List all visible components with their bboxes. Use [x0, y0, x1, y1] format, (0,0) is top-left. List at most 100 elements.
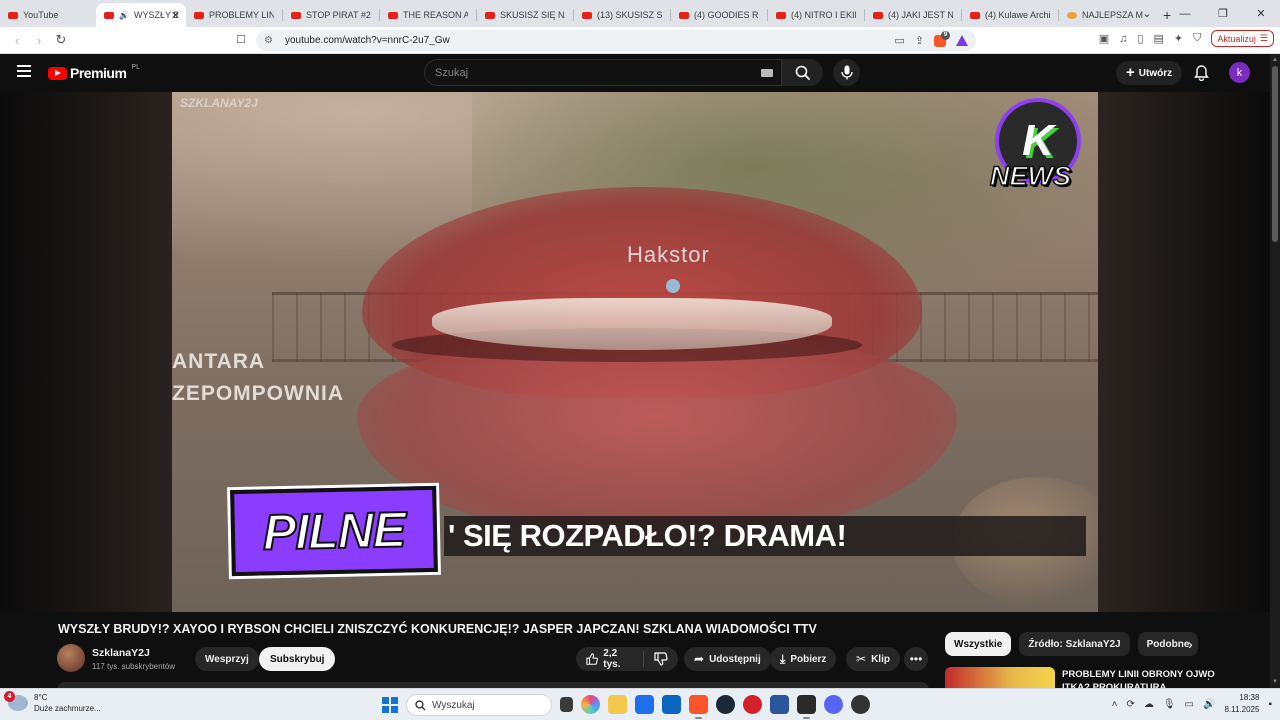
copilot-icon[interactable] [581, 695, 600, 714]
mic-tray-icon[interactable]: 🎙 [1163, 699, 1176, 710]
youtube-favicon-icon [776, 11, 786, 19]
notifications-bell-icon[interactable] [1194, 65, 1209, 86]
media-app-icon[interactable] [743, 695, 762, 714]
minimize-button[interactable]: — [1166, 8, 1204, 20]
clock[interactable]: 18:38 8.11.2025 [1224, 692, 1259, 716]
reader-mode-icon[interactable]: ▣ [1099, 32, 1109, 45]
filter-chip[interactable]: Wszystkie [945, 632, 1012, 656]
dislike-button[interactable] [644, 652, 678, 666]
brave-shields-icon[interactable]: 9 [934, 30, 950, 47]
subscribe-button[interactable]: Subskrybuj [259, 647, 336, 671]
music-icon[interactable]: ♫ [1119, 33, 1127, 45]
browser-tab[interactable]: (4) GOODIES RO [671, 3, 767, 27]
url-bar[interactable]: ⚙ youtube.com/watch?v=nnrC-2u7_Gw ▭ ⇪ 9 [256, 30, 976, 51]
video-title: WYSZŁY BRUDY!? XAYOO I RYBSON CHCIELI ZN… [58, 622, 817, 636]
browser-tab[interactable]: STOP PIRAT #225 [283, 3, 379, 27]
vpn-icon[interactable]: ⛉ [1193, 32, 1201, 45]
browser-tab[interactable]: PROBLEMY LINII [186, 3, 282, 27]
scroll-up-icon[interactable]: ▲ [1272, 57, 1278, 63]
update-button[interactable]: Aktualizuj ☰ [1211, 30, 1274, 47]
support-button[interactable]: Wesprzyj [195, 647, 259, 671]
leo-ai-icon[interactable]: ✦ [1174, 32, 1183, 45]
back-icon[interactable]: ‹ [6, 33, 28, 48]
site-settings-icon[interactable]: ⚙ [264, 35, 273, 46]
like-count: 2,2 tys. [603, 648, 621, 670]
discord-icon[interactable] [824, 695, 843, 714]
tab-title: (13) SKUSISZ SIĘ [597, 10, 662, 20]
brave-rewards-icon[interactable] [956, 35, 968, 46]
voice-search-button[interactable] [833, 59, 860, 86]
steam-icon[interactable] [716, 695, 735, 714]
browser-tab[interactable]: 🔊 WYSZŁY B ✕ [96, 3, 186, 27]
restore-button[interactable]: ❐ [1204, 7, 1242, 20]
close-window-button[interactable]: ✕ [1242, 7, 1280, 20]
browser-tab[interactable]: THE REASON AUT [380, 3, 476, 27]
logo-text: Premium [70, 65, 127, 81]
browser-tab[interactable]: (4) JAKI JEST NAR [865, 3, 961, 27]
browser-tab[interactable]: YouTube [0, 3, 96, 27]
clip-button[interactable]: ✂ Klip [846, 647, 900, 671]
account-avatar[interactable]: k [1229, 62, 1250, 83]
youtube-favicon-icon [970, 11, 980, 19]
forward-icon[interactable]: › [28, 33, 50, 48]
recommended-thumbnail[interactable] [945, 667, 1055, 688]
notifications-icon[interactable]: ▪ [1268, 699, 1272, 710]
recommended-video[interactable]: PROBLEMY LINII OBRONY OJWO ITKA? PROKURA… [945, 667, 1265, 688]
download-button[interactable]: ⤓ Pobierz [770, 647, 837, 671]
cast-icon[interactable]: ▭ [894, 34, 904, 47]
search-button[interactable] [782, 59, 823, 86]
page-scrollbar[interactable]: ▲ ▼ [1270, 54, 1280, 688]
recommended-title[interactable]: PROBLEMY LINII OBRONY OJWO ITKA? PROKURA… [1062, 668, 1242, 688]
video-player[interactable]: SZKLANAY2J Hakstor ANTARA ZEPOMPOWNIA K … [0, 92, 1270, 612]
filter-chip[interactable]: Źródło: SzklanaY2J [1019, 632, 1130, 656]
show-hidden-icons[interactable]: ˄ [1112, 699, 1118, 710]
guide-menu-icon[interactable] [17, 65, 31, 77]
share-button[interactable]: ➦ Udostępnij [684, 647, 771, 671]
tab-search-icon[interactable]: ⌄ [1128, 7, 1166, 20]
github-desktop-icon[interactable] [851, 695, 870, 714]
scroll-down-icon[interactable]: ▼ [1272, 679, 1278, 685]
reload-icon[interactable]: ↻ [50, 32, 72, 48]
wallet-icon[interactable]: ▤ [1154, 32, 1164, 45]
more-actions-button[interactable]: ••• [904, 647, 928, 671]
update-label: Aktualizuj [1217, 33, 1256, 44]
microphone-icon [840, 65, 853, 80]
scrollbar-thumb[interactable] [1272, 66, 1278, 242]
network-icon[interactable]: ▭ [1185, 699, 1194, 710]
audio-playing-icon[interactable]: 🔊 [119, 11, 129, 20]
browser-tab[interactable]: (4) NITRO I EKIPA [768, 3, 864, 27]
taskbar-search[interactable]: Wyszukaj [406, 694, 552, 716]
task-view-icon[interactable] [560, 697, 573, 712]
video-frame[interactable]: SZKLANAY2J Hakstor ANTARA ZEPOMPOWNIA K … [172, 92, 1098, 612]
volume-icon[interactable]: 🔊 [1203, 699, 1215, 710]
onedrive-icon[interactable]: ☁ [1144, 699, 1154, 710]
notepad-icon[interactable] [770, 695, 789, 714]
location-text-2: ZEPOMPOWNIA [172, 382, 344, 405]
k-news-letter: K [1022, 116, 1054, 165]
chevron-right-icon[interactable]: › [1188, 636, 1193, 652]
sync-icon[interactable]: ⟳ [1126, 699, 1134, 710]
brave-taskbar-icon[interactable] [689, 695, 708, 719]
keyboard-icon[interactable] [761, 69, 773, 77]
channel-name[interactable]: SzklanaY2J [92, 647, 150, 659]
weather-widget[interactable]: 4 8°C Duże zachmurze... [4, 691, 101, 714]
close-tab-icon[interactable]: ✕ [171, 9, 180, 22]
epic-games-icon[interactable] [797, 695, 816, 719]
browser-tab[interactable]: SKUSISZ SIĘ NA T [477, 3, 573, 27]
browser-tab[interactable]: (4) Kulawe Archi [962, 3, 1058, 27]
subscriber-count: 117 tys. subskrybentów [92, 662, 176, 671]
share-page-icon[interactable]: ⇪ [915, 34, 924, 47]
store-icon[interactable] [635, 695, 654, 714]
search-input[interactable]: Szukaj [424, 59, 782, 86]
outlook-icon[interactable] [662, 695, 681, 714]
recommended-more-icon[interactable]: ⋮ [1203, 669, 1214, 682]
sidebar-icon[interactable]: ▯ [1137, 32, 1143, 45]
create-button[interactable]: + Utwórz [1116, 61, 1183, 85]
like-button[interactable]: 2,2 tys. [576, 648, 644, 670]
channel-avatar[interactable] [57, 644, 85, 672]
bookmark-icon[interactable]: ☐ [236, 33, 246, 46]
youtube-premium-logo[interactable]: Premium PL [48, 64, 140, 81]
browser-tab[interactable]: (13) SKUSISZ SIĘ [574, 3, 670, 27]
windows-start-icon[interactable] [382, 697, 398, 713]
file-explorer-icon[interactable] [608, 695, 627, 714]
